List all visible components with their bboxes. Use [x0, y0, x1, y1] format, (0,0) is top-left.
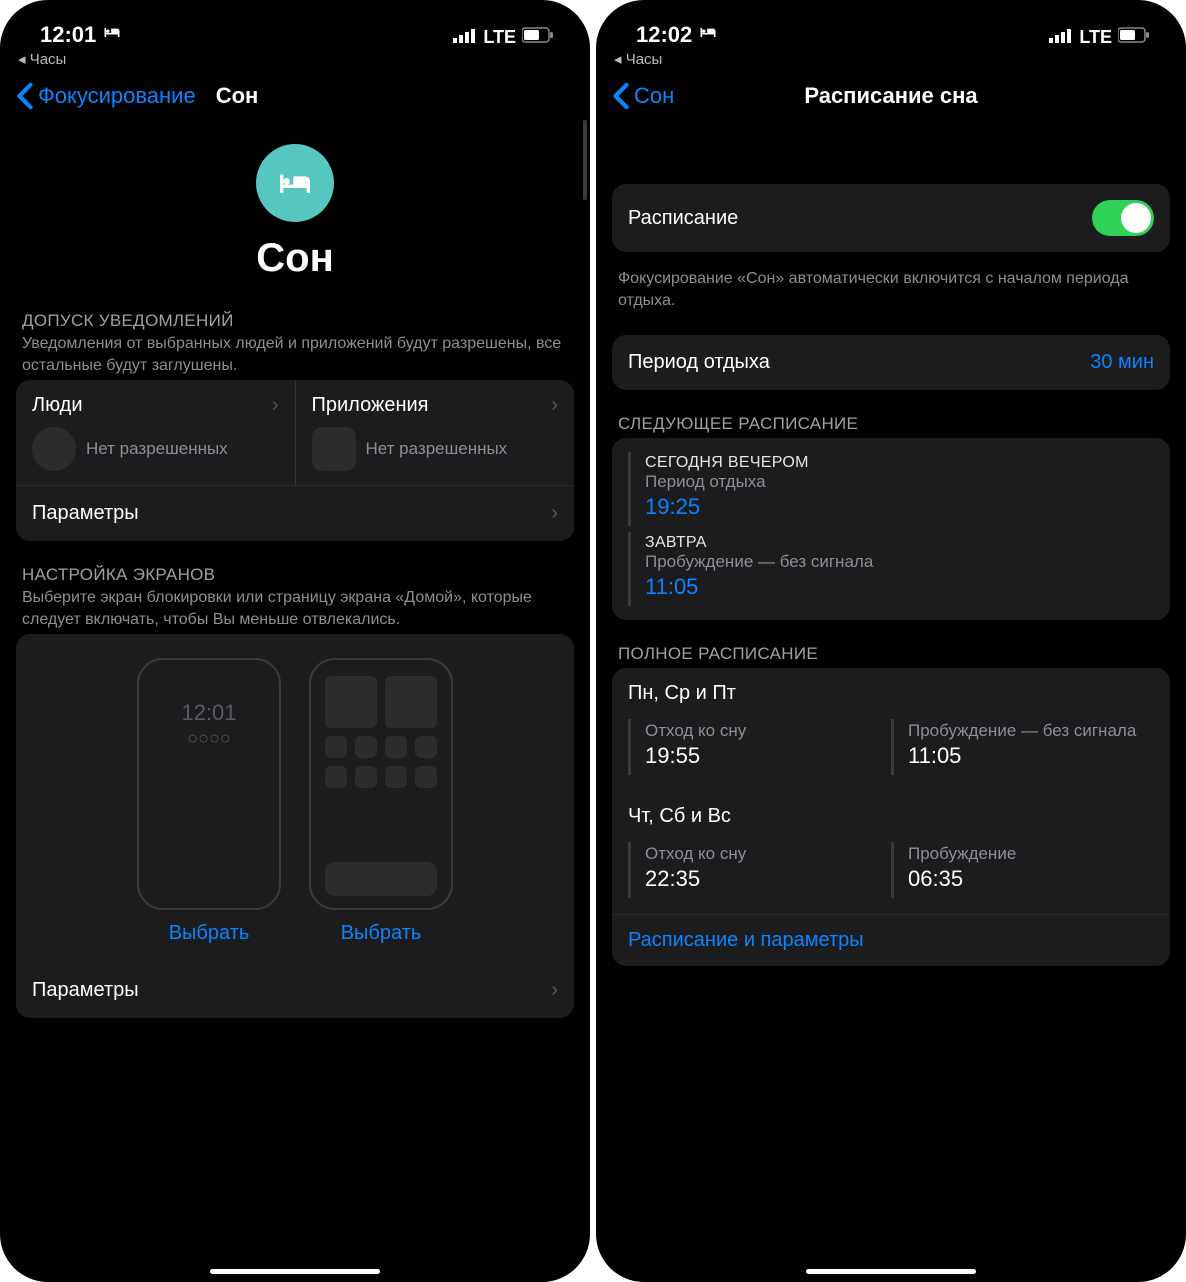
nav-title: Расписание сна — [596, 83, 1186, 109]
breadcrumb-back-app[interactable]: Часы — [0, 48, 590, 68]
status-bar: 12:01 LTE — [0, 0, 590, 48]
dots-icon: ○○○○ — [187, 728, 231, 749]
nav-title: Сон — [216, 83, 259, 109]
back-button[interactable]: Фокусирование — [16, 82, 196, 110]
lock-screen-preview: 12:01 ○○○○ — [137, 658, 281, 910]
schedule-toggle[interactable] — [1092, 200, 1154, 236]
schedule-group-0[interactable]: Пн, Ср и Пт Отход ко сну 19:55 Пробужден… — [612, 668, 1170, 791]
next-item-tonight: СЕГОДНЯ ВЕЧЕРОМ Период отдыха 19:25 — [628, 452, 1154, 526]
back-label: Фокусирование — [38, 83, 196, 109]
choose-home-button[interactable]: Выбрать — [341, 922, 422, 945]
chevron-right-icon: › — [551, 502, 558, 525]
nav-header: Сон Расписание сна — [596, 68, 1186, 124]
schedule-toggle-card: Расписание — [612, 184, 1170, 252]
schedule-footer: Фокусирование «Сон» автоматически включи… — [612, 260, 1170, 311]
network-label: LTE — [1079, 27, 1112, 48]
next-item-tomorrow: ЗАВТРА Пробуждение — без сигнала 11:05 — [628, 532, 1154, 606]
battery-icon — [522, 27, 554, 48]
wind-down-card: Период отдыха 30 мин — [612, 335, 1170, 390]
allowed-apps[interactable]: Приложения › Нет разрешенных — [295, 380, 575, 485]
allowed-people[interactable]: Люди › Нет разрешенных — [16, 380, 295, 485]
scrollbar[interactable] — [583, 120, 587, 200]
phone-right: 12:02 LTE Часы Сон Расписание сна Распис… — [596, 0, 1186, 1282]
schedule-and-options-link[interactable]: Расписание и параметры — [612, 914, 1170, 966]
home-screen-preview — [309, 658, 453, 910]
screens-header: НАСТРОЙКА ЭКРАНОВ Выберите экран блокиро… — [16, 565, 574, 634]
choose-lock-button[interactable]: Выбрать — [169, 922, 250, 945]
home-indicator[interactable] — [210, 1269, 380, 1274]
lock-screen-option[interactable]: 12:01 ○○○○ Выбрать — [137, 658, 281, 945]
schedule-toggle-row[interactable]: Расписание — [612, 184, 1170, 252]
signal-icon — [1049, 27, 1073, 48]
status-bar: 12:02 LTE — [596, 0, 1186, 48]
breadcrumb-back-app[interactable]: Часы — [596, 48, 1186, 68]
status-time: 12:02 — [636, 22, 692, 48]
phone-left: 12:01 LTE Часы Фокусирование Сон — [0, 0, 590, 1282]
next-schedule-header: СЛЕДУЮЩЕЕ РАСПИСАНИЕ — [612, 414, 1170, 438]
chevron-right-icon: › — [272, 394, 279, 417]
avatar-placeholder-icon — [32, 427, 76, 471]
sleep-status-icon — [102, 22, 122, 48]
wind-down-row[interactable]: Период отдыха 30 мин — [612, 335, 1170, 390]
home-indicator[interactable] — [806, 1269, 976, 1274]
status-time: 12:01 — [40, 22, 96, 48]
allowed-card: Люди › Нет разрешенных Приложения › — [16, 380, 574, 541]
notifications-header: ДОПУСК УВЕДОМЛЕНИЙ Уведомления от выбран… — [16, 311, 574, 380]
battery-icon — [1118, 27, 1150, 48]
full-schedule-header: ПОЛНОЕ РАСПИСАНИЕ — [612, 644, 1170, 668]
back-button[interactable]: Сон — [612, 82, 674, 110]
chevron-right-icon: › — [551, 979, 558, 1002]
schedule-group-1[interactable]: Чт, Сб и Вс Отход ко сну 22:35 Пробужден… — [612, 791, 1170, 914]
full-schedule-card: Пн, Ср и Пт Отход ко сну 19:55 Пробужден… — [612, 668, 1170, 966]
network-label: LTE — [483, 27, 516, 48]
bed-icon — [256, 144, 334, 222]
signal-icon — [453, 27, 477, 48]
sleep-status-icon — [698, 22, 718, 48]
notifications-options-row[interactable]: Параметры › — [16, 485, 574, 541]
app-placeholder-icon — [312, 427, 356, 471]
focus-hero: Сон — [16, 124, 574, 311]
nav-header: Фокусирование Сон — [0, 68, 590, 124]
screens-options-row[interactable]: Параметры › — [16, 963, 574, 1018]
chevron-right-icon: › — [551, 394, 558, 417]
home-screen-option[interactable]: Выбрать — [309, 658, 453, 945]
hero-title: Сон — [16, 236, 574, 281]
next-schedule-card[interactable]: СЕГОДНЯ ВЕЧЕРОМ Период отдыха 19:25 ЗАВТ… — [612, 438, 1170, 620]
screens-card: 12:01 ○○○○ Выбрать Выбрать Парамет — [16, 634, 574, 1018]
back-label: Сон — [634, 83, 674, 109]
